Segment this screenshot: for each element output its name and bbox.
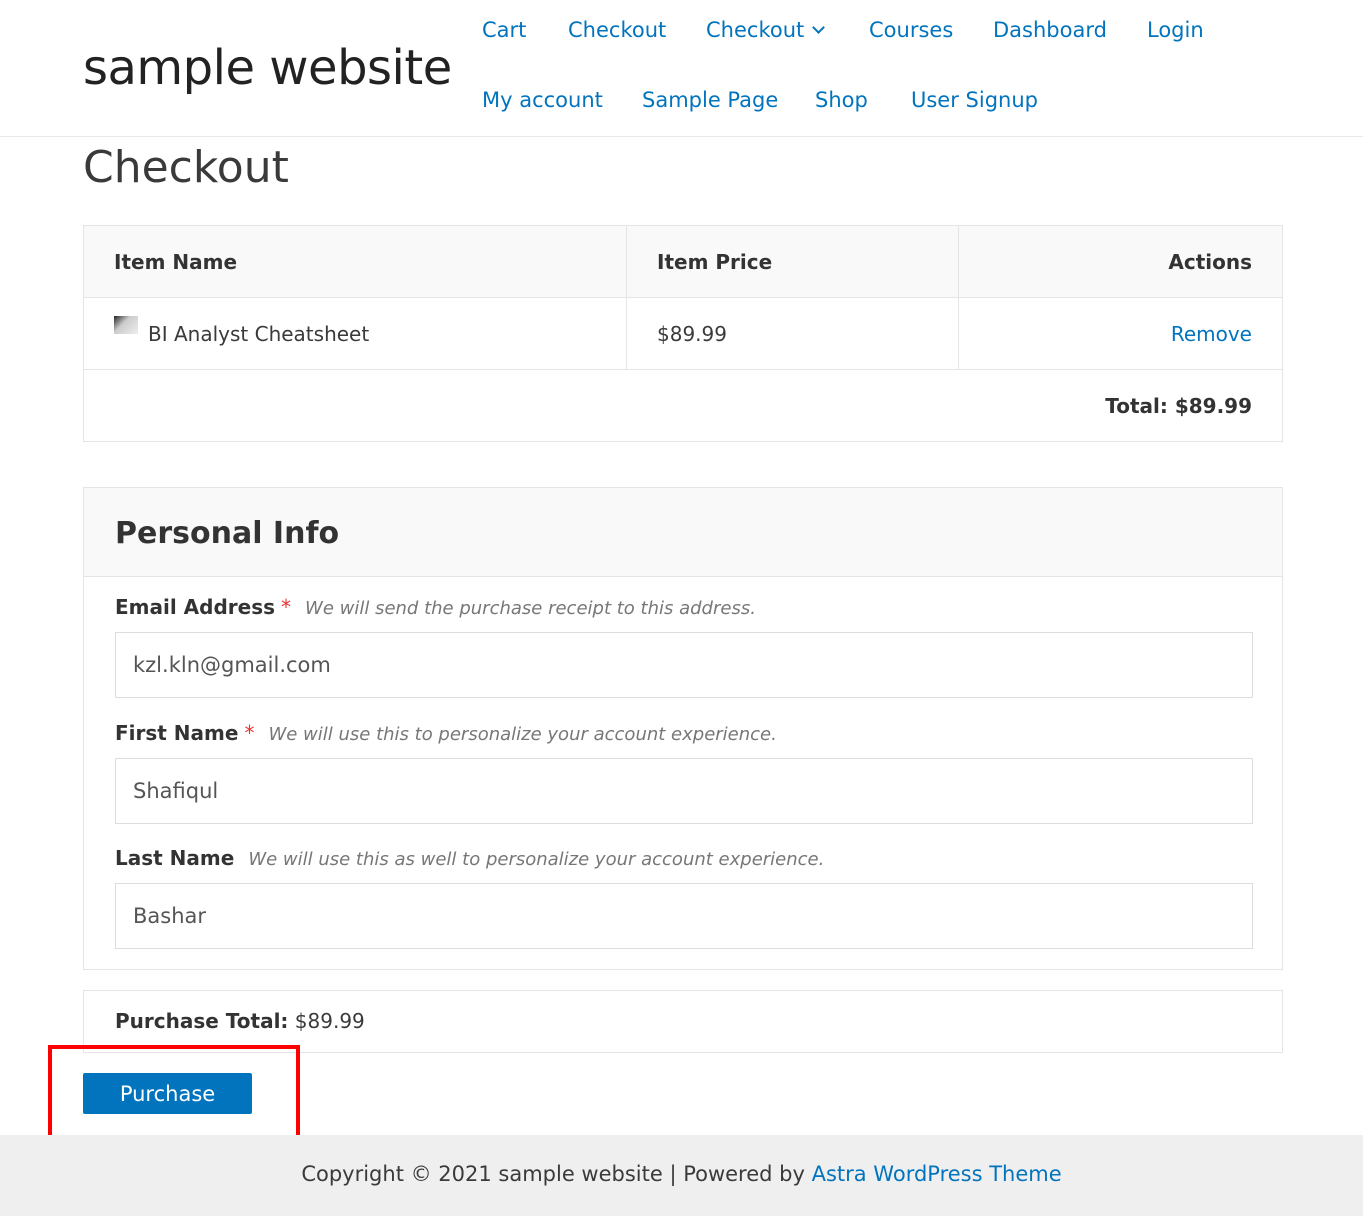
purchase-total-value: $89.99 bbox=[294, 1009, 365, 1033]
last-name-field[interactable] bbox=[115, 883, 1253, 949]
nav-my-account[interactable]: My account bbox=[482, 88, 603, 112]
table-header: Item Name Item Price Actions bbox=[83, 225, 1283, 298]
site-title[interactable]: sample website bbox=[83, 40, 452, 96]
chevron-down-icon bbox=[812, 21, 826, 34]
col-actions: Actions bbox=[958, 225, 1283, 298]
product-thumbnail bbox=[114, 315, 138, 334]
col-item-name: Item Name bbox=[83, 225, 627, 298]
item-price: $89.99 bbox=[626, 297, 959, 370]
label-text: First Name bbox=[115, 721, 239, 745]
site-header: sample website Cart Checkout Checkout Co… bbox=[0, 0, 1363, 137]
nav-sample-page[interactable]: Sample Page bbox=[642, 88, 778, 112]
item-name: BI Analyst Cheatsheet bbox=[148, 321, 370, 346]
email-label: Email Address * We will send the purchase … bbox=[115, 595, 756, 619]
nav-user-signup[interactable]: User Signup bbox=[911, 88, 1038, 112]
remove-link[interactable]: Remove bbox=[1171, 322, 1252, 346]
nav-login[interactable]: Login bbox=[1147, 18, 1204, 42]
copyright-text: Copyright © 2021 sample website | Powere… bbox=[301, 1162, 812, 1186]
col-item-price: Item Price bbox=[626, 225, 959, 298]
required-marker: * bbox=[281, 595, 292, 619]
nav-dashboard[interactable]: Dashboard bbox=[993, 18, 1107, 42]
purchase-button[interactable]: Purchase bbox=[83, 1073, 252, 1114]
site-footer: Copyright © 2021 sample website | Powere… bbox=[0, 1135, 1363, 1216]
nav-cart[interactable]: Cart bbox=[482, 18, 526, 42]
table-row: BI Analyst Cheatsheet $89.99 Remove bbox=[83, 297, 1283, 370]
cart-table: Item Name Item Price Actions BI Analyst … bbox=[83, 225, 1283, 442]
last-name-hint: We will use this as well to personalize … bbox=[248, 849, 825, 870]
page-title: Checkout bbox=[83, 142, 289, 193]
actions-cell: Remove bbox=[958, 297, 1283, 370]
first-name-hint: We will use this to personalize your acc… bbox=[268, 724, 777, 745]
section-title: Personal Info bbox=[84, 488, 1282, 577]
nav-courses[interactable]: Courses bbox=[869, 18, 953, 42]
total-row: Total: $89.99 bbox=[83, 369, 1283, 442]
label-text: Last Name bbox=[115, 846, 235, 870]
last-name-label: Last Name We will use this as well to per… bbox=[115, 846, 824, 870]
astra-theme-link[interactable]: Astra WordPress Theme bbox=[812, 1162, 1062, 1186]
purchase-total-box: Purchase Total: $89.99 bbox=[83, 990, 1283, 1053]
personal-info-section: Personal Info Email Address * We will send… bbox=[83, 487, 1283, 970]
cart-total: Total: $89.99 bbox=[83, 369, 1283, 442]
item-name-cell: BI Analyst Cheatsheet bbox=[83, 297, 627, 370]
required-marker: * bbox=[244, 721, 255, 745]
email-hint: We will send the purchase receipt to thi… bbox=[305, 598, 756, 619]
email-field[interactable] bbox=[115, 632, 1253, 698]
nav-checkout[interactable]: Checkout bbox=[568, 18, 666, 42]
nav-shop[interactable]: Shop bbox=[815, 88, 868, 112]
nav-label: Checkout bbox=[706, 18, 805, 42]
label-text: Email Address bbox=[115, 595, 276, 619]
purchase-total-label: Purchase Total: bbox=[115, 1009, 289, 1033]
first-name-field[interactable] bbox=[115, 758, 1253, 824]
nav-checkout-dropdown[interactable]: Checkout bbox=[706, 18, 826, 42]
first-name-label: First Name * We will use this to personali… bbox=[115, 721, 777, 745]
